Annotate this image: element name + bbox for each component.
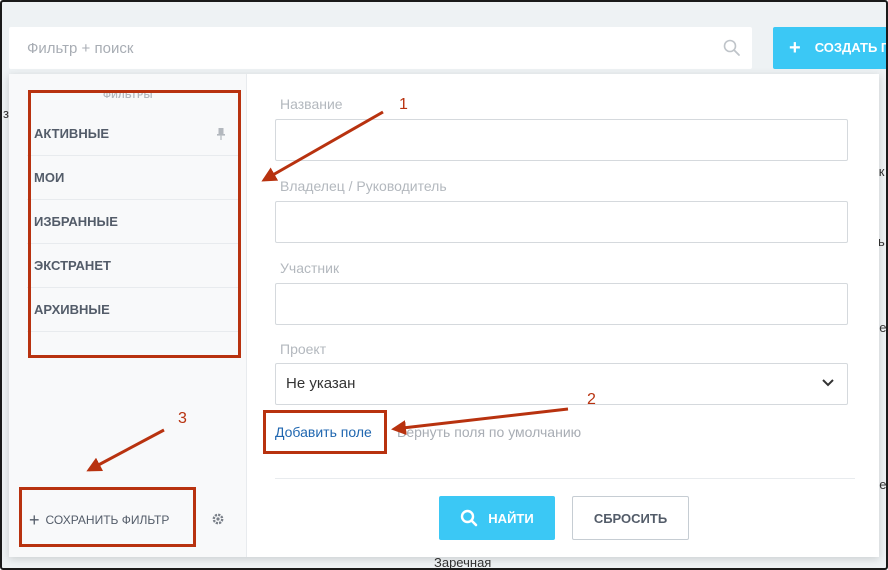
find-button-label: НАЙТИ: [488, 510, 534, 526]
search-icon[interactable]: [722, 38, 742, 58]
project-select-value: Не указан: [286, 375, 356, 392]
reset-fields-link[interactable]: Вернуть поля по умолчанию: [397, 424, 581, 440]
gear-icon[interactable]: [211, 512, 225, 526]
create-button[interactable]: + СОЗДАТЬ П: [773, 27, 888, 69]
field-label-owner: Владелец / Руководитель: [280, 178, 447, 194]
reset-button[interactable]: СБРОСИТЬ: [572, 496, 689, 540]
divider: [275, 478, 855, 479]
project-select[interactable]: Не указан: [275, 363, 848, 405]
field-label-project: Проект: [280, 341, 327, 357]
annotation-box-filters: [28, 90, 241, 358]
create-button-label: СОЗДАТЬ П: [814, 39, 888, 55]
search-icon: [461, 509, 478, 527]
annotation-box-add-field: [263, 410, 387, 454]
annotation-number: 3: [178, 410, 187, 427]
search-bar: [9, 27, 752, 69]
field-label-name: Название: [280, 96, 343, 112]
annotation-box-save-filter: [19, 487, 196, 547]
participant-field[interactable]: [275, 283, 848, 325]
owner-field[interactable]: [275, 201, 848, 243]
chevron-down-icon: [822, 379, 834, 387]
name-field[interactable]: [275, 119, 848, 161]
annotation-number: 2: [587, 391, 596, 408]
field-label-participant: Участник: [280, 260, 340, 276]
screenshot-frame: +СОЗДАТЬ П з, ьк ть ре ре Заречная ФИЛЬТ…: [0, 0, 888, 570]
search-input[interactable]: [9, 27, 709, 69]
find-button[interactable]: НАЙТИ: [439, 496, 555, 540]
background-text: Заречная: [434, 555, 492, 570]
annotation-number: 1: [399, 96, 408, 113]
plus-icon: +: [789, 36, 801, 59]
